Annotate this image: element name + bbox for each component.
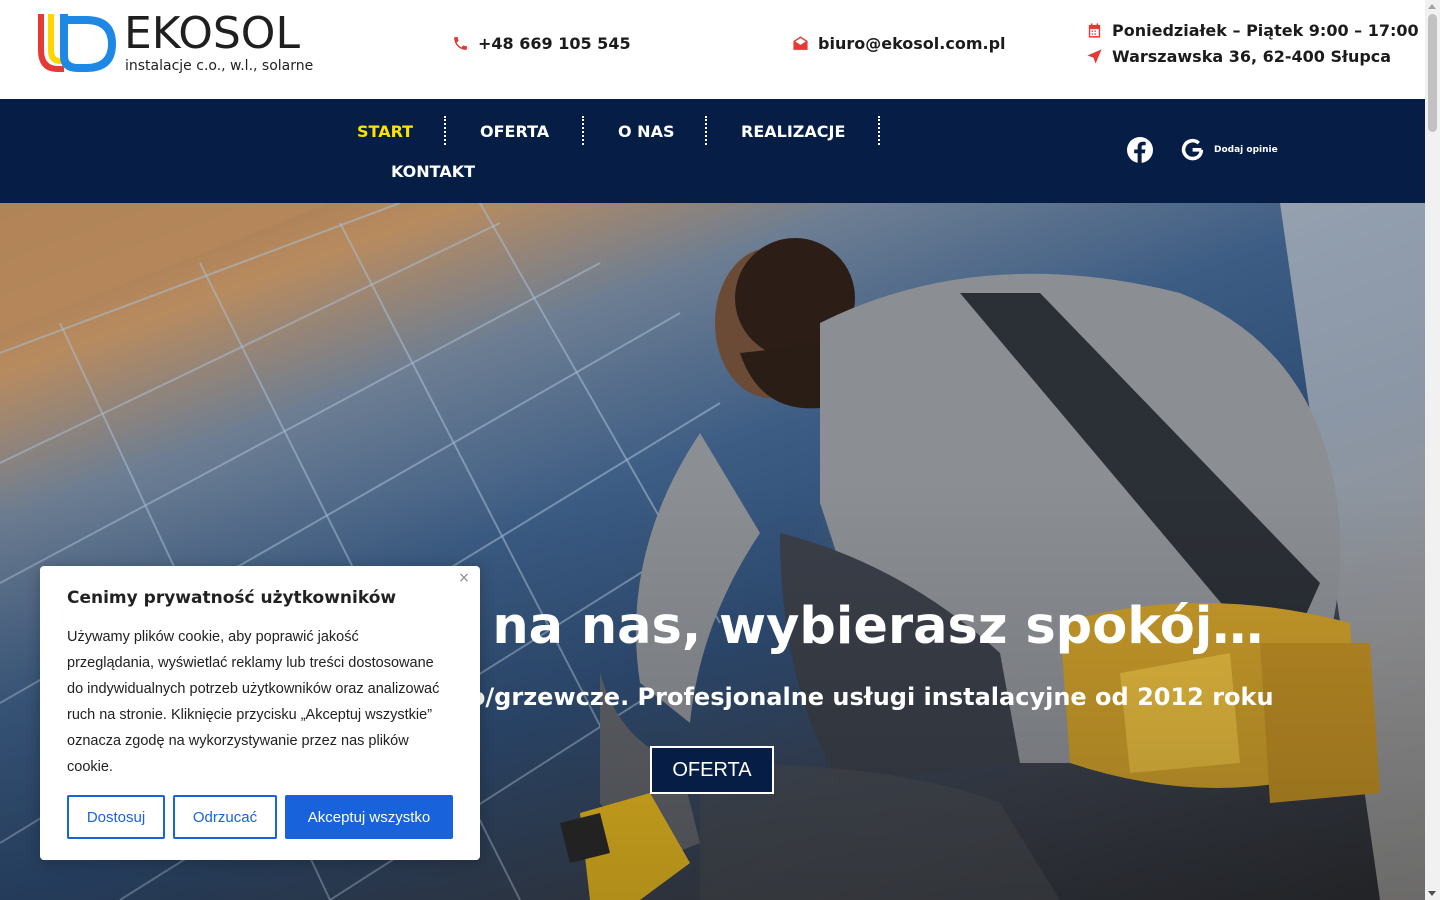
logo-tagline: instalacje c.o., w.l., solarne [125, 58, 314, 74]
nav-divider [705, 116, 707, 145]
google-review-link[interactable]: Dodaj opinie [1180, 136, 1278, 163]
nav-divider [582, 116, 584, 145]
envelope-open-icon [793, 36, 808, 50]
scroll-thumb[interactable] [1428, 14, 1437, 132]
page-scrollbar[interactable] [1425, 0, 1440, 900]
email-address: biuro@ekosol.com.pl [818, 34, 1006, 53]
facebook-icon [1127, 137, 1153, 163]
phone-icon [454, 37, 467, 50]
calendar-icon [1088, 23, 1101, 38]
logo-mark-icon [38, 14, 116, 72]
site-header: EKOSOL instalacje c.o., w.l., solarne +4… [0, 0, 1425, 99]
phone-number: +48 669 105 545 [478, 34, 631, 53]
nav-divider [878, 116, 880, 145]
email-contact[interactable]: biuro@ekosol.com.pl [792, 34, 1006, 53]
address-text: Warszawska 36, 62-400 Słupca [1112, 47, 1392, 66]
hero-subtitle: rno/grzewcze. Profesjonalne usługi insta… [440, 683, 1274, 711]
cookie-title: Cenimy prywatność użytkowników [67, 588, 397, 608]
customize-button[interactable]: Dostosuj [67, 795, 165, 839]
hero-offer-button[interactable]: OFERTA [650, 746, 774, 794]
address-contact[interactable]: Warszawska 36, 62-400 Słupca [1086, 47, 1391, 66]
hero-title: ę na nas, wybierasz spokój… [440, 597, 1264, 656]
logo-wordmark: EKOSOL [124, 8, 300, 59]
nav-item-realizacje[interactable]: REALIZACJE [741, 122, 845, 141]
facebook-link[interactable] [1127, 137, 1153, 163]
opening-hours: Poniedziałek – Piątek 9:00 – 17:00 [1086, 21, 1419, 40]
scroll-up-arrow-icon[interactable] [1428, 4, 1436, 9]
nav-divider [444, 116, 446, 145]
close-icon[interactable]: × [456, 570, 472, 586]
main-navigation: START OFERTA O NAS REALIZACJE KONTAKT Do… [0, 99, 1425, 203]
ekosol-logo[interactable]: EKOSOL instalacje c.o., w.l., solarne [34, 10, 314, 80]
location-arrow-icon [1087, 49, 1102, 64]
nav-item-o-nas[interactable]: O NAS [618, 122, 674, 141]
phone-contact[interactable]: +48 669 105 545 [452, 34, 631, 53]
nav-item-start[interactable]: START [357, 122, 413, 141]
google-icon [1181, 138, 1204, 161]
hours-text: Poniedziałek – Piątek 9:00 – 17:00 [1112, 21, 1419, 40]
nav-item-oferta[interactable]: OFERTA [480, 122, 549, 141]
review-label: Dodaj opinie [1214, 144, 1278, 155]
accept-all-button[interactable]: Akceptuj wszystko [285, 795, 453, 839]
nav-item-kontakt[interactable]: KONTAKT [391, 162, 475, 181]
reject-button[interactable]: Odrzucać [173, 795, 277, 839]
cookie-consent-banner: × Cenimy prywatność użytkowników Używamy… [40, 566, 480, 860]
cookie-description: Używamy plików cookie, aby poprawić jako… [67, 629, 440, 775]
scroll-down-arrow-icon[interactable] [1428, 891, 1436, 896]
